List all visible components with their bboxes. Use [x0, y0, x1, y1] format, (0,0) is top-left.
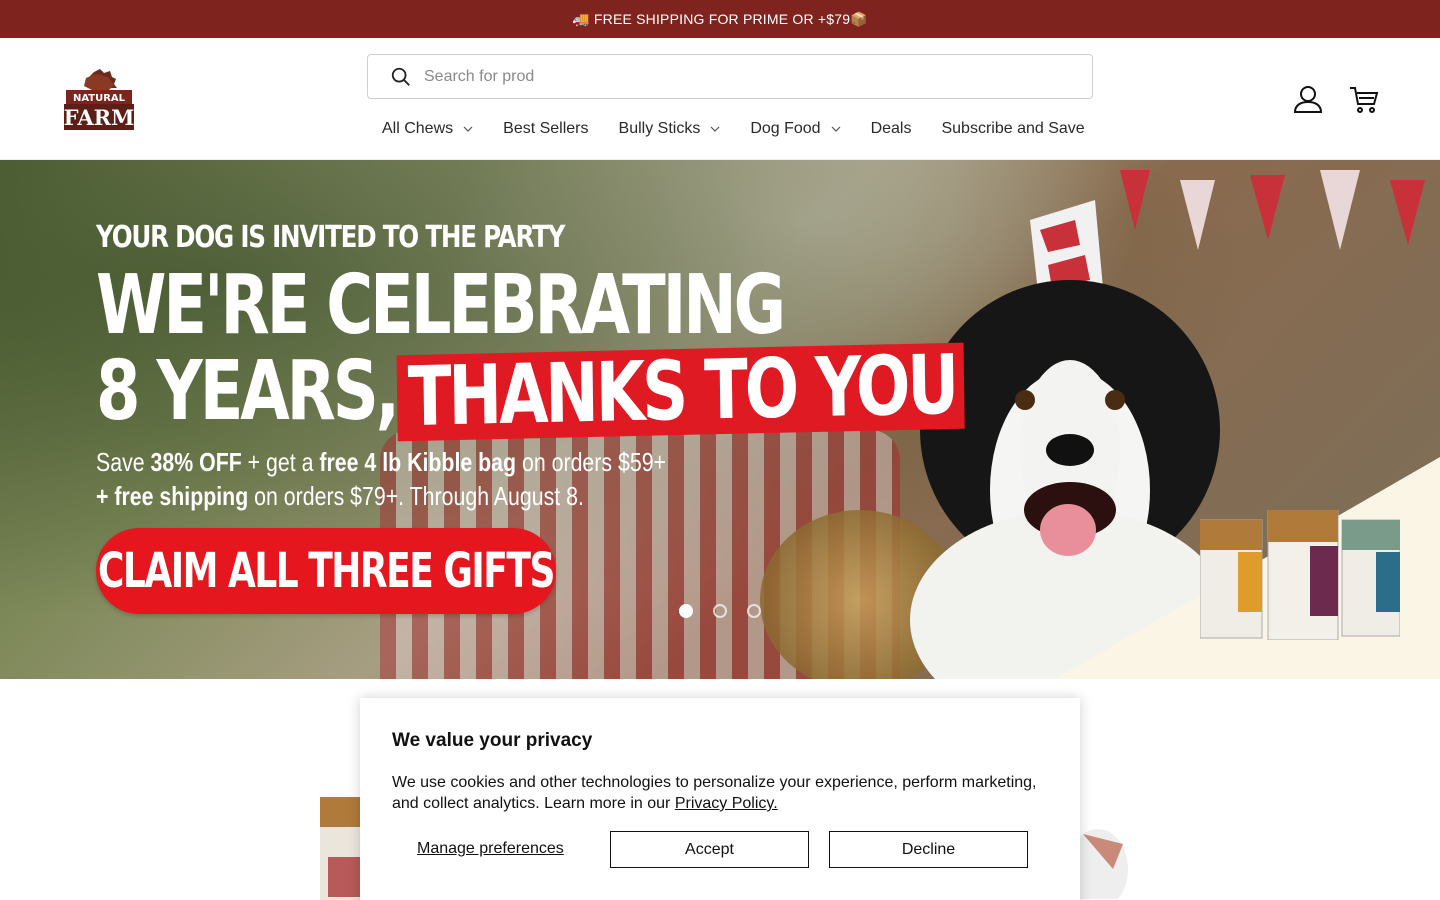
nav-label: Best Sellers: [503, 120, 589, 137]
hero-headline-years: 8 YEARS,: [96, 344, 400, 439]
hero-offer-line-1: Save 38% OFF + get a free 4 lb Kibble ba…: [96, 445, 1008, 479]
offer-free-bag: free 4 lb Kibble bag: [319, 447, 517, 477]
hero-headline-thanks: THANKS TO YOU: [396, 338, 965, 445]
nav-bully-sticks[interactable]: Bully Sticks: [619, 120, 721, 138]
hero-kicker: YOUR DOG IS INVITED TO THE PARTY: [96, 220, 565, 255]
product-bags-image: [1200, 510, 1400, 640]
search-icon[interactable]: [390, 66, 412, 88]
product-image[interactable]: [1078, 809, 1138, 899]
nav-dog-food[interactable]: Dog Food: [750, 120, 841, 138]
chevron-down-icon: [463, 126, 473, 132]
search-input[interactable]: [424, 67, 1024, 86]
hero-text-block: YOUR DOG IS INVITED TO THE PARTY WE'RE C…: [96, 220, 1209, 513]
claim-gifts-button[interactable]: CLAIM ALL THREE GIFTS: [96, 528, 556, 614]
main-nav: All Chews Best Sellers Bully Sticks Dog …: [382, 118, 1115, 140]
offer-free-shipping: + free shipping: [96, 481, 249, 511]
offer-text: on orders $79+. Through August 8.: [248, 481, 584, 511]
nav-label: Bully Sticks: [618, 120, 701, 137]
carousel-dot-3[interactable]: [747, 604, 761, 618]
chevron-down-icon: [831, 126, 841, 132]
site-header: NATURAL FARM All Chews Best Sellers Bull…: [0, 38, 1440, 160]
cookie-body: We use cookies and other technologies to…: [392, 772, 1052, 814]
offer-text: Save: [96, 447, 151, 477]
cart-icon[interactable]: [1346, 82, 1382, 118]
search-bar[interactable]: [367, 54, 1093, 99]
nav-label: Deals: [870, 120, 912, 137]
cta-label: CLAIM ALL THREE GIFTS: [98, 543, 555, 599]
nav-label: All Chews: [382, 120, 454, 137]
nav-label: Subscribe and Save: [941, 120, 1085, 137]
announcement-bar: 🚚 FREE SHIPPING FOR PRIME OR +$79📦: [0, 0, 1440, 38]
decline-button[interactable]: Decline: [829, 831, 1028, 868]
svg-text:FARM: FARM: [64, 105, 134, 130]
offer-discount: 38% OFF: [150, 447, 242, 477]
svg-text:NATURAL: NATURAL: [73, 93, 126, 104]
offer-text: on orders $59+: [516, 447, 667, 477]
nav-deals[interactable]: Deals: [871, 120, 912, 138]
nav-subscribe-and-save[interactable]: Subscribe and Save: [941, 120, 1084, 138]
accept-button[interactable]: Accept: [610, 831, 809, 868]
cookie-actions: Manage preferences Accept Decline: [392, 831, 1028, 868]
privacy-policy-link[interactable]: Privacy Policy.: [675, 795, 778, 812]
nav-label: Dog Food: [750, 120, 821, 137]
account-icon[interactable]: [1290, 82, 1326, 118]
cookie-title: We value your privacy: [392, 730, 593, 751]
natural-farm-logo[interactable]: NATURAL FARM: [64, 68, 134, 130]
hero-headline-1: WE'RE CELEBRATING: [96, 258, 786, 353]
hero-headline-2: 8 YEARS, THANKS TO YOU: [96, 338, 965, 445]
manage-preferences-button[interactable]: Manage preferences: [417, 840, 564, 858]
chevron-down-icon: [710, 126, 720, 132]
announcement-text: 🚚 FREE SHIPPING FOR PRIME OR +$79📦: [572, 10, 868, 27]
nav-best-sellers[interactable]: Best Sellers: [503, 120, 588, 138]
offer-text: + get a: [241, 447, 320, 477]
carousel-dots: [679, 604, 761, 618]
carousel-dot-1[interactable]: [679, 604, 693, 618]
carousel-dot-2[interactable]: [713, 604, 727, 618]
hero-banner[interactable]: YOUR DOG IS INVITED TO THE PARTY WE'RE C…: [0, 160, 1440, 679]
nav-all-chews[interactable]: All Chews: [382, 120, 473, 138]
cookie-consent-dialog: We value your privacy We use cookies and…: [360, 698, 1080, 900]
hero-offer-line-2: + free shipping on orders $79+. Through …: [96, 479, 1008, 513]
